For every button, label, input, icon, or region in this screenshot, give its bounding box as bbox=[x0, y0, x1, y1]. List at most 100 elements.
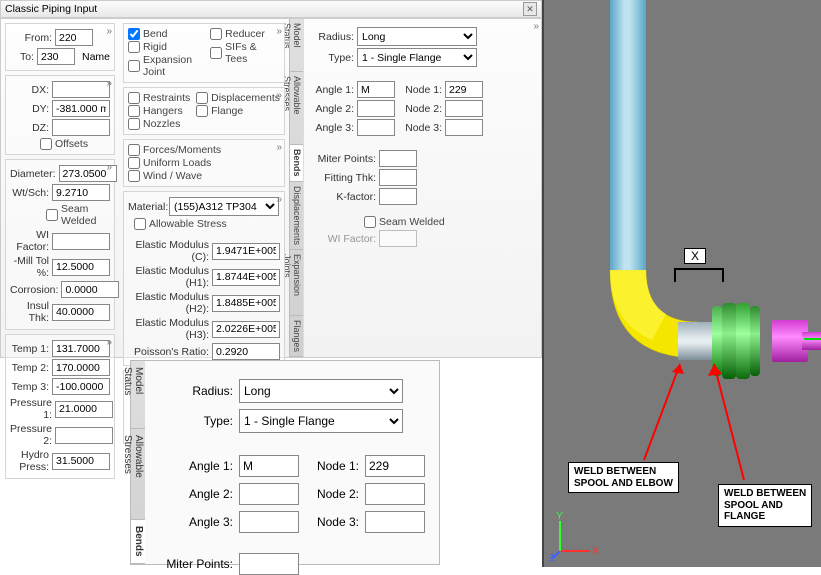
from-label: From: bbox=[10, 32, 52, 44]
zoom-node1-input[interactable] bbox=[365, 455, 425, 477]
expand-icon[interactable]: » bbox=[276, 90, 282, 101]
fittingthk-input[interactable] bbox=[379, 169, 417, 186]
zoom-node2-input[interactable] bbox=[365, 483, 425, 505]
zoom-tab-model-status[interactable]: Model Status bbox=[131, 361, 145, 429]
reducer-check[interactable] bbox=[210, 28, 222, 40]
angle3-label: Angle 3: bbox=[314, 122, 354, 134]
sifs-check[interactable] bbox=[210, 47, 222, 59]
node3-label: Node 3: bbox=[398, 122, 442, 134]
angle2-input[interactable] bbox=[357, 100, 395, 117]
bend-wifactor-label: WI Factor: bbox=[314, 233, 376, 245]
wifactor-input[interactable] bbox=[52, 233, 110, 250]
miterpoints-label: Miter Points: bbox=[314, 153, 376, 165]
hangers-check[interactable] bbox=[128, 105, 140, 117]
tab-flanges[interactable]: Flanges bbox=[290, 316, 303, 357]
temp2-label: Temp 2: bbox=[10, 362, 49, 374]
node1-label: Node 1: bbox=[398, 84, 442, 96]
corrosion-label: Corrosion: bbox=[10, 284, 58, 296]
bend-seamwelded-check[interactable] bbox=[364, 216, 376, 228]
poisson-input[interactable] bbox=[212, 343, 280, 360]
corrosion-input[interactable] bbox=[61, 281, 119, 298]
window-titlebar: Classic Piping Input ✕ bbox=[0, 0, 542, 18]
expand-icon[interactable]: » bbox=[276, 142, 282, 153]
node2-label: Node 2: bbox=[398, 103, 442, 115]
radius-select[interactable]: Long bbox=[357, 27, 477, 46]
wtsch-input[interactable] bbox=[52, 184, 110, 201]
close-icon[interactable]: ✕ bbox=[523, 2, 537, 16]
miterpoints-input[interactable] bbox=[379, 150, 417, 167]
tab-displacements[interactable]: Displacements bbox=[290, 182, 303, 250]
zoom-bends-panel: Model Status Allowable Stresses Bends Ra… bbox=[130, 360, 440, 565]
emc-input[interactable] bbox=[212, 243, 280, 260]
zoom-angle3-input[interactable] bbox=[239, 511, 299, 533]
dimension-x-label: X bbox=[684, 248, 706, 264]
dx-input[interactable] bbox=[52, 81, 110, 98]
temp1-label: Temp 1: bbox=[10, 343, 49, 355]
sifs-label: SIFs & Tees bbox=[225, 41, 280, 65]
forces-check[interactable] bbox=[128, 144, 140, 156]
dz-input[interactable] bbox=[52, 119, 110, 136]
3d-viewport[interactable]: X WELD BETWEEN SPOOL AND ELBOW WELD BETW… bbox=[542, 0, 821, 567]
emh3-input[interactable] bbox=[212, 321, 280, 338]
temp2-input[interactable] bbox=[52, 359, 110, 376]
angle1-input[interactable] bbox=[357, 81, 395, 98]
tab-bends[interactable]: Bends bbox=[290, 145, 303, 182]
expand-icon[interactable]: » bbox=[276, 194, 282, 205]
rigid-label: Rigid bbox=[143, 41, 167, 53]
expand-icon[interactable]: » bbox=[106, 26, 112, 37]
from-input[interactable] bbox=[55, 29, 93, 46]
zoom-angle1-input[interactable] bbox=[239, 455, 299, 477]
expand-icon[interactable]: » bbox=[276, 26, 282, 37]
zoom-tab-bends[interactable]: Bends bbox=[131, 520, 145, 564]
wind-check[interactable] bbox=[128, 170, 140, 182]
to-input[interactable] bbox=[37, 48, 75, 65]
uniform-check[interactable] bbox=[128, 157, 140, 169]
emh1-input[interactable] bbox=[212, 269, 280, 286]
pressure1-input[interactable] bbox=[55, 401, 113, 418]
restraints-check[interactable] bbox=[128, 92, 140, 104]
displ-label: Displacements bbox=[211, 92, 280, 104]
flange-check[interactable] bbox=[196, 105, 208, 117]
offsets-check[interactable] bbox=[40, 138, 52, 150]
emh3-label: Elastic Modulus (H3): bbox=[128, 317, 209, 341]
zoom-angle2-input[interactable] bbox=[239, 483, 299, 505]
insulthk-input[interactable] bbox=[52, 304, 110, 321]
temp1-input[interactable] bbox=[52, 340, 110, 357]
expand-icon[interactable]: » bbox=[106, 162, 112, 173]
reducer-label: Reducer bbox=[225, 28, 265, 40]
allowstress-check[interactable] bbox=[134, 218, 146, 230]
expand-icon[interactable]: » bbox=[106, 337, 112, 348]
material-select[interactable]: (155)A312 TP304 bbox=[169, 197, 279, 216]
seamwelded-check[interactable] bbox=[46, 209, 58, 221]
emh2-input[interactable] bbox=[212, 295, 280, 312]
zoom-tab-allowable-stresses[interactable]: Allowable Stresses bbox=[131, 429, 145, 521]
pipe-vertical bbox=[610, 0, 646, 280]
expj-check[interactable] bbox=[128, 60, 140, 72]
expand-icon[interactable]: » bbox=[106, 78, 112, 89]
node2-input[interactable] bbox=[445, 100, 483, 117]
zoom-node3-input[interactable] bbox=[365, 511, 425, 533]
nozzles-check[interactable] bbox=[128, 118, 140, 130]
angle3-input[interactable] bbox=[357, 119, 395, 136]
hydropress-input[interactable] bbox=[52, 453, 110, 470]
node3-input[interactable] bbox=[445, 119, 483, 136]
bend-check[interactable] bbox=[128, 28, 140, 40]
zoom-miterpoints-input[interactable] bbox=[239, 553, 299, 575]
zoom-angle2-label: Angle 2: bbox=[159, 487, 233, 501]
tab-allowable-stresses[interactable]: Allowable Stresses bbox=[290, 72, 303, 145]
rigid-check[interactable] bbox=[128, 41, 140, 53]
zoom-type-select[interactable]: 1 - Single Flange bbox=[239, 409, 403, 433]
dy-label: DY: bbox=[10, 103, 49, 115]
dy-input[interactable] bbox=[52, 100, 110, 117]
expand-icon[interactable]: » bbox=[533, 21, 539, 32]
pressure2-input[interactable] bbox=[55, 427, 113, 444]
temp3-input[interactable] bbox=[52, 378, 110, 395]
zoom-radius-select[interactable]: Long bbox=[239, 379, 403, 403]
kfactor-input[interactable] bbox=[379, 188, 417, 205]
tab-model-status[interactable]: Model Status bbox=[290, 19, 303, 72]
tab-expansion-joints[interactable]: Expansion Joints bbox=[290, 250, 303, 316]
type-select[interactable]: 1 - Single Flange bbox=[357, 48, 477, 67]
milltol-input[interactable] bbox=[52, 259, 110, 276]
displ-check[interactable] bbox=[196, 92, 208, 104]
node1-input[interactable] bbox=[445, 81, 483, 98]
